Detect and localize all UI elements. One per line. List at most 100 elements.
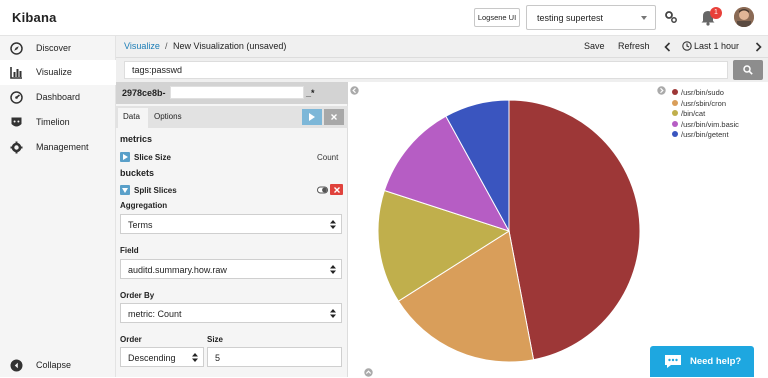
spy-toggle-icon[interactable] bbox=[364, 368, 373, 377]
editor-title-bar: 2978ce8b- _* bbox=[116, 82, 348, 104]
visualization-title-prefix: 2978ce8b- bbox=[122, 88, 166, 98]
field-select[interactable]: auditd.summary.how.raw bbox=[120, 259, 342, 279]
field-value: auditd.summary.how.raw bbox=[128, 265, 227, 275]
size-value: 5 bbox=[215, 353, 221, 363]
collapse-arrow-icon bbox=[10, 359, 23, 372]
legend-label: /bin/cat bbox=[681, 109, 706, 118]
discard-changes-button[interactable] bbox=[324, 109, 344, 125]
sidebar: Discover Visualize Dashboard Timelion Ma… bbox=[0, 36, 116, 377]
order-by-value: metric: Count bbox=[128, 309, 182, 319]
legend-swatch bbox=[672, 120, 678, 127]
metric-toggle-button[interactable] bbox=[120, 152, 130, 162]
sidebar-item-label: Discover bbox=[36, 43, 72, 53]
legend-label: /usr/bin/vim.basic bbox=[681, 119, 739, 129]
updown-arrow-icon bbox=[192, 353, 198, 362]
search-button[interactable] bbox=[733, 60, 763, 80]
toggle-icon[interactable] bbox=[317, 186, 328, 194]
app-select[interactable]: testing supertest bbox=[526, 5, 656, 30]
size-input[interactable]: 5 bbox=[207, 347, 342, 367]
apply-changes-button[interactable] bbox=[302, 109, 322, 125]
buckets-heading: buckets bbox=[120, 168, 155, 178]
top-bar: Kibana Logsene UI testing supertest 1 bbox=[0, 0, 768, 36]
tab-data[interactable]: Data bbox=[118, 108, 148, 128]
tab-options[interactable]: Options bbox=[154, 112, 182, 121]
sidebar-item-dashboard[interactable]: Dashboard bbox=[0, 85, 116, 110]
clock-icon bbox=[682, 41, 692, 51]
play-icon bbox=[309, 113, 315, 121]
sidebar-item-label: Timelion bbox=[36, 117, 70, 127]
page-title: New Visualization (unsaved) bbox=[173, 41, 287, 51]
chat-icon bbox=[665, 355, 681, 368]
breadcrumb: Visualize / New Visualization (unsaved) … bbox=[116, 36, 768, 58]
aggregation-select[interactable]: Terms bbox=[120, 214, 342, 234]
order-value: Descending bbox=[128, 353, 176, 363]
order-label: Order bbox=[120, 335, 142, 344]
legend-swatch bbox=[672, 131, 678, 137]
collapse-button[interactable]: Collapse bbox=[0, 353, 116, 378]
field-label: Field bbox=[120, 246, 139, 255]
save-button[interactable]: Save bbox=[584, 41, 605, 51]
sidebar-item-timelion[interactable]: Timelion bbox=[0, 110, 116, 135]
metric-value: Count bbox=[317, 153, 339, 162]
legend-swatch bbox=[672, 89, 678, 95]
order-by-select[interactable]: metric: Count bbox=[120, 303, 342, 323]
metric-label: Slice Size bbox=[134, 153, 171, 162]
caret-down-icon bbox=[122, 188, 128, 193]
brand-logo: Kibana bbox=[12, 10, 57, 25]
chevron-right-icon[interactable] bbox=[755, 42, 762, 52]
dashboard-icon bbox=[10, 91, 23, 104]
tab-data-label: Data bbox=[123, 112, 140, 121]
time-picker-button[interactable]: Last 1 hour bbox=[694, 41, 739, 51]
chevron-down-icon bbox=[641, 16, 647, 20]
sidebar-item-label: Dashboard bbox=[36, 92, 81, 102]
legend-label: /usr/sbin/cron bbox=[681, 98, 727, 108]
timelion-icon bbox=[11, 117, 22, 127]
aggregation-label: Aggregation bbox=[120, 201, 168, 210]
legend-swatch bbox=[672, 110, 678, 116]
chart-legend: /usr/bin/sudo/usr/sbin/cron/bin/cat/usr/… bbox=[348, 82, 768, 162]
settings-gear-icon[interactable] bbox=[664, 10, 678, 24]
legend-label: /usr/bin/getent bbox=[681, 130, 729, 139]
updown-arrow-icon bbox=[330, 309, 336, 318]
metrics-heading: metrics bbox=[120, 134, 153, 144]
sidebar-item-discover[interactable]: Discover bbox=[0, 36, 116, 61]
search-input[interactable]: tags:passwd bbox=[124, 61, 728, 79]
legend-label: /usr/bin/sudo bbox=[681, 88, 724, 97]
need-help-button[interactable]: Need help? bbox=[650, 346, 754, 377]
aggregation-value: Terms bbox=[128, 220, 153, 230]
notification-badge: 1 bbox=[710, 7, 722, 19]
bucket-label: Split Slices bbox=[134, 186, 177, 195]
updown-arrow-icon bbox=[330, 265, 336, 274]
order-select[interactable]: Descending bbox=[120, 347, 204, 367]
app-select-value: testing supertest bbox=[537, 13, 604, 23]
sidebar-item-label: Visualize bbox=[36, 67, 72, 77]
remove-bucket-button[interactable] bbox=[330, 184, 343, 195]
search-bar: tags:passwd bbox=[116, 58, 768, 82]
sidebar-item-management[interactable]: Management bbox=[0, 135, 116, 160]
logsene-ui-button[interactable]: Logsene UI bbox=[474, 8, 520, 27]
breadcrumb-visualize-link[interactable]: Visualize bbox=[124, 41, 160, 51]
legend-swatch bbox=[672, 99, 678, 106]
size-label: Size bbox=[207, 335, 224, 344]
refresh-button[interactable]: Refresh bbox=[618, 41, 650, 51]
visualization-title-suffix: _* bbox=[306, 88, 315, 98]
close-icon bbox=[333, 186, 340, 193]
caret-right-icon bbox=[123, 154, 128, 160]
search-icon bbox=[743, 65, 753, 75]
sidebar-item-visualize[interactable]: Visualize bbox=[0, 60, 116, 85]
need-help-label: Need help? bbox=[690, 356, 742, 367]
visualization-title-redacted bbox=[170, 86, 304, 99]
breadcrumb-separator: / bbox=[165, 41, 168, 51]
updown-arrow-icon bbox=[330, 220, 336, 229]
avatar[interactable] bbox=[734, 7, 754, 27]
editor-panel: 2978ce8b- _* Data Options metrics Slice … bbox=[116, 82, 348, 377]
close-icon bbox=[331, 114, 337, 120]
compass-icon bbox=[10, 42, 23, 55]
bar-chart-icon bbox=[10, 67, 22, 79]
order-by-label: Order By bbox=[120, 291, 155, 300]
chevron-left-icon[interactable] bbox=[664, 42, 671, 52]
chart-area: /usr/bin/sudo/usr/sbin/cron/bin/cat/usr/… bbox=[348, 82, 768, 377]
gear-icon bbox=[10, 141, 23, 154]
editor-tabs: Data Options bbox=[116, 106, 348, 128]
bucket-toggle-button[interactable] bbox=[120, 185, 130, 195]
